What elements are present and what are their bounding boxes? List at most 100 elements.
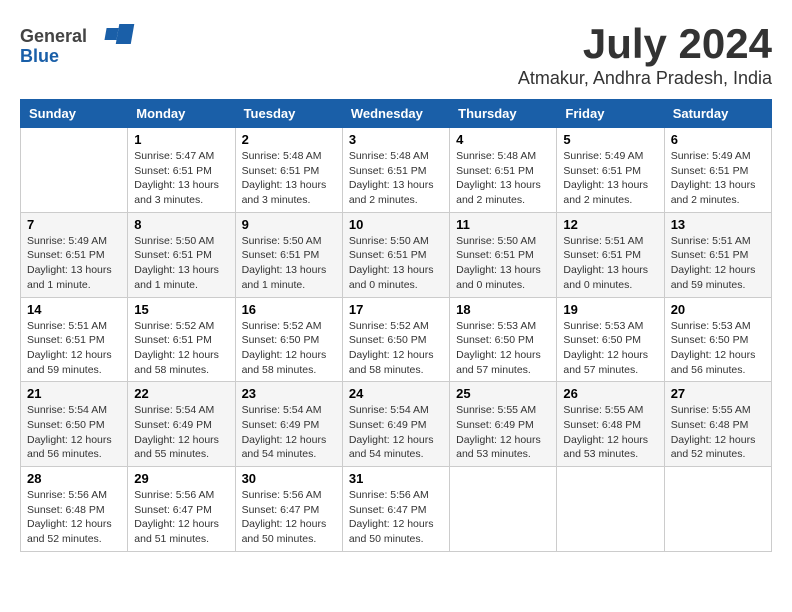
- day-info: Sunrise: 5:53 AMSunset: 6:50 PMDaylight:…: [563, 319, 657, 378]
- day-info: Sunrise: 5:52 AMSunset: 6:50 PMDaylight:…: [349, 319, 443, 378]
- calendar-cell: 4 Sunrise: 5:48 AMSunset: 6:51 PMDaylight…: [450, 128, 557, 213]
- svg-text:General: General: [20, 26, 87, 46]
- calendar-cell: 22 Sunrise: 5:54 AMSunset: 6:49 PMDayligh…: [128, 382, 235, 467]
- day-info: Sunrise: 5:53 AMSunset: 6:50 PMDaylight:…: [671, 319, 765, 378]
- day-number: 20: [671, 302, 765, 317]
- calendar-cell: 16 Sunrise: 5:52 AMSunset: 6:50 PMDayligh…: [235, 297, 342, 382]
- day-number: 18: [456, 302, 550, 317]
- calendar-week-row: 7 Sunrise: 5:49 AMSunset: 6:51 PMDaylight…: [21, 212, 772, 297]
- day-number: 17: [349, 302, 443, 317]
- day-info: Sunrise: 5:52 AMSunset: 6:51 PMDaylight:…: [134, 319, 228, 378]
- day-number: 22: [134, 386, 228, 401]
- calendar-cell: 3 Sunrise: 5:48 AMSunset: 6:51 PMDaylight…: [342, 128, 449, 213]
- day-info: Sunrise: 5:56 AMSunset: 6:48 PMDaylight:…: [27, 488, 121, 547]
- calendar-cell: [557, 467, 664, 552]
- day-info: Sunrise: 5:55 AMSunset: 6:49 PMDaylight:…: [456, 403, 550, 462]
- calendar-cell: 25 Sunrise: 5:55 AMSunset: 6:49 PMDayligh…: [450, 382, 557, 467]
- day-info: Sunrise: 5:48 AMSunset: 6:51 PMDaylight:…: [456, 149, 550, 208]
- calendar-cell: 14 Sunrise: 5:51 AMSunset: 6:51 PMDayligh…: [21, 297, 128, 382]
- day-number: 19: [563, 302, 657, 317]
- calendar-cell: 17 Sunrise: 5:52 AMSunset: 6:50 PMDayligh…: [342, 297, 449, 382]
- calendar-cell: 2 Sunrise: 5:48 AMSunset: 6:51 PMDaylight…: [235, 128, 342, 213]
- day-number: 6: [671, 132, 765, 147]
- calendar-cell: 6 Sunrise: 5:49 AMSunset: 6:51 PMDaylight…: [664, 128, 771, 213]
- day-info: Sunrise: 5:54 AMSunset: 6:49 PMDaylight:…: [242, 403, 336, 462]
- day-number: 29: [134, 471, 228, 486]
- day-info: Sunrise: 5:54 AMSunset: 6:49 PMDaylight:…: [134, 403, 228, 462]
- calendar-cell: 9Sunrise: 5:50 AMSunset: 6:51 PMDaylight…: [235, 212, 342, 297]
- calendar-cell: 12 Sunrise: 5:51 AMSunset: 6:51 PMDayligh…: [557, 212, 664, 297]
- calendar-cell: 31 Sunrise: 5:56 AMSunset: 6:47 PMDayligh…: [342, 467, 449, 552]
- calendar-cell: [450, 467, 557, 552]
- calendar-cell: [21, 128, 128, 213]
- day-info: Sunrise: 5:53 AMSunset: 6:50 PMDaylight:…: [456, 319, 550, 378]
- day-info: Sunrise: 5:49 AMSunset: 6:51 PMDaylight:…: [671, 149, 765, 208]
- day-info: Sunrise: 5:54 AMSunset: 6:49 PMDaylight:…: [349, 403, 443, 462]
- day-number: 13: [671, 217, 765, 232]
- day-number: 21: [27, 386, 121, 401]
- calendar-cell: 13Sunrise: 5:51 AMSunset: 6:51 PMDayligh…: [664, 212, 771, 297]
- calendar-cell: 20 Sunrise: 5:53 AMSunset: 6:50 PMDayligh…: [664, 297, 771, 382]
- day-number: 24: [349, 386, 443, 401]
- weekday-header: Tuesday: [235, 100, 342, 128]
- day-info: Sunrise: 5:51 AMSunset: 6:51 PMDaylight:…: [27, 319, 121, 378]
- weekday-header: Saturday: [664, 100, 771, 128]
- day-info: Sunrise: 5:54 AMSunset: 6:50 PMDaylight:…: [27, 403, 121, 462]
- day-number: 23: [242, 386, 336, 401]
- calendar-cell: 21 Sunrise: 5:54 AMSunset: 6:50 PMDayligh…: [21, 382, 128, 467]
- calendar-cell: 30 Sunrise: 5:56 AMSunset: 6:47 PMDayligh…: [235, 467, 342, 552]
- day-info: Sunrise: 5:56 AMSunset: 6:47 PMDaylight:…: [134, 488, 228, 547]
- day-number: 3: [349, 132, 443, 147]
- day-number: 4: [456, 132, 550, 147]
- calendar-cell: 11Sunrise: 5:50 AMSunset: 6:51 PMDayligh…: [450, 212, 557, 297]
- day-number: 10: [349, 217, 443, 232]
- calendar-week-row: 21 Sunrise: 5:54 AMSunset: 6:50 PMDayligh…: [21, 382, 772, 467]
- calendar-cell: 7 Sunrise: 5:49 AMSunset: 6:51 PMDaylight…: [21, 212, 128, 297]
- day-number: 2: [242, 132, 336, 147]
- day-info: Sunrise: 5:48 AMSunset: 6:51 PMDaylight:…: [349, 149, 443, 208]
- weekday-header: Monday: [128, 100, 235, 128]
- day-info: Sunrise: 5:51 AMSunset: 6:51 PMDaylight:…: [563, 234, 657, 293]
- day-number: 30: [242, 471, 336, 486]
- day-info: Sunrise: 5:56 AMSunset: 6:47 PMDaylight:…: [349, 488, 443, 547]
- calendar-table: SundayMondayTuesdayWednesdayThursdayFrid…: [20, 99, 772, 552]
- day-info: Sunrise: 5:49 AMSunset: 6:51 PMDaylight:…: [27, 234, 121, 293]
- day-number: 7: [27, 217, 121, 232]
- calendar-cell: [664, 467, 771, 552]
- day-info: Sunrise: 5:52 AMSunset: 6:50 PMDaylight:…: [242, 319, 336, 378]
- day-info: Sunrise: 5:48 AMSunset: 6:51 PMDaylight:…: [242, 149, 336, 208]
- calendar-week-row: 1 Sunrise: 5:47 AMSunset: 6:51 PMDaylight…: [21, 128, 772, 213]
- day-number: 25: [456, 386, 550, 401]
- day-number: 15: [134, 302, 228, 317]
- day-info: Sunrise: 5:55 AMSunset: 6:48 PMDaylight:…: [563, 403, 657, 462]
- calendar-cell: 26 Sunrise: 5:55 AMSunset: 6:48 PMDayligh…: [557, 382, 664, 467]
- calendar-cell: 29 Sunrise: 5:56 AMSunset: 6:47 PMDayligh…: [128, 467, 235, 552]
- calendar-cell: 24 Sunrise: 5:54 AMSunset: 6:49 PMDayligh…: [342, 382, 449, 467]
- day-number: 31: [349, 471, 443, 486]
- calendar-week-row: 14 Sunrise: 5:51 AMSunset: 6:51 PMDayligh…: [21, 297, 772, 382]
- day-info: Sunrise: 5:50 AMSunset: 6:51 PMDaylight:…: [349, 234, 443, 293]
- day-info: Sunrise: 5:56 AMSunset: 6:47 PMDaylight:…: [242, 488, 336, 547]
- calendar-cell: 1 Sunrise: 5:47 AMSunset: 6:51 PMDaylight…: [128, 128, 235, 213]
- day-number: 28: [27, 471, 121, 486]
- day-number: 26: [563, 386, 657, 401]
- day-info: Sunrise: 5:47 AMSunset: 6:51 PMDaylight:…: [134, 149, 228, 208]
- day-number: 8: [134, 217, 228, 232]
- day-info: Sunrise: 5:50 AMSunset: 6:51 PMDaylight:…: [134, 234, 228, 293]
- day-number: 5: [563, 132, 657, 147]
- logo-text: General Blue: [20, 20, 140, 75]
- calendar-cell: 23 Sunrise: 5:54 AMSunset: 6:49 PMDayligh…: [235, 382, 342, 467]
- page-header: General Blue July 2024 Atmakur, Andhra P…: [20, 20, 772, 89]
- weekday-header-row: SundayMondayTuesdayWednesdayThursdayFrid…: [21, 100, 772, 128]
- location-title: Atmakur, Andhra Pradesh, India: [518, 68, 772, 89]
- day-number: 12: [563, 217, 657, 232]
- day-info: Sunrise: 5:55 AMSunset: 6:48 PMDaylight:…: [671, 403, 765, 462]
- calendar-cell: 27Sunrise: 5:55 AMSunset: 6:48 PMDayligh…: [664, 382, 771, 467]
- calendar-week-row: 28 Sunrise: 5:56 AMSunset: 6:48 PMDayligh…: [21, 467, 772, 552]
- day-info: Sunrise: 5:50 AMSunset: 6:51 PMDaylight:…: [456, 234, 550, 293]
- day-number: 1: [134, 132, 228, 147]
- day-number: 16: [242, 302, 336, 317]
- logo: General Blue: [20, 20, 140, 75]
- day-number: 14: [27, 302, 121, 317]
- calendar-cell: 15 Sunrise: 5:52 AMSunset: 6:51 PMDayligh…: [128, 297, 235, 382]
